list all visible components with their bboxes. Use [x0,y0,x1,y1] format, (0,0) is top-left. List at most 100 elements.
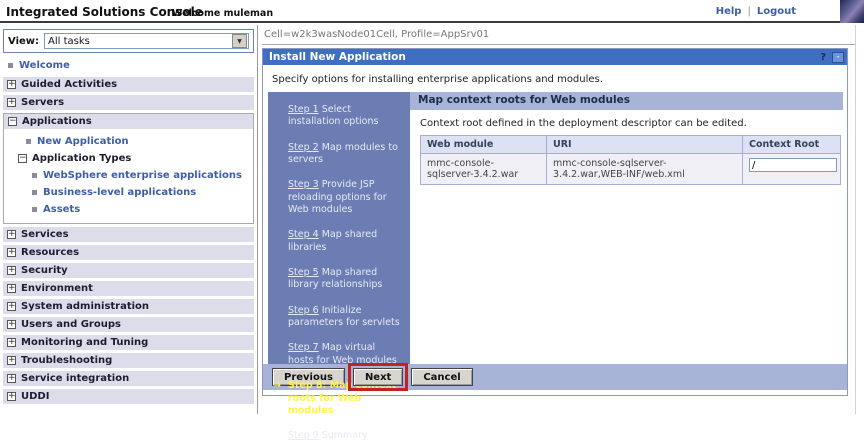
wizard-step-6: Step 6 Initialize parameters for servlet… [288,305,404,330]
expand-icon[interactable]: + [7,374,16,383]
step-1-link[interactable]: Step 1 [288,104,319,115]
context-root-table: Web module URI Context Root mmc-console-… [420,135,841,185]
step-content-heading: Map context roots for Web modules [410,92,843,110]
application-types-children: WebSphere enterprise applications Busine… [18,167,253,218]
install-new-application-panel: Install New Application ? - Specify opti… [262,48,848,396]
navigation-tree: Welcome + Guided Activities + Servers − … [0,57,257,404]
bullet-icon [32,207,37,212]
current-step-arrow-icon: → [273,380,281,392]
wizard-step-7: Step 7 Map virtual hosts for Web modules [288,342,404,367]
bullet-icon [26,139,31,144]
expand-icon[interactable]: + [7,248,16,257]
expand-icon[interactable]: + [7,338,16,347]
sidebar-item-servers[interactable]: + Servers [3,95,254,110]
step-7-link[interactable]: Step 7 [288,342,319,353]
help-icon[interactable]: ? [820,52,826,63]
wizard-step-5: Step 5 Map shared library relationships [288,267,404,292]
step-content-description: Context root defined in the deployment d… [410,110,843,135]
expand-icon[interactable]: + [7,392,16,401]
sidebar-item-websphere-enterprise-applications[interactable]: WebSphere enterprise applications [32,167,253,184]
step-6-link[interactable]: Step 6 [288,305,319,316]
logout-link[interactable]: Logout [757,6,796,17]
sidebar-item-applications[interactable]: − Applications [4,114,253,129]
panel-title-bar: Install New Application ? - [263,49,847,65]
table-row: mmc-console-sqlserver-3.4.2.war mmc-cons… [421,154,841,185]
expand-icon[interactable]: + [7,302,16,311]
sidebar-item-new-application[interactable]: New Application [18,133,253,150]
breadcrumb: Cell=w2k3wasNode01Cell, Profile=AppSrv01 [262,25,855,45]
sidebar-item-application-types[interactable]: − Application Types [18,150,253,167]
panel-intro-text: Specify options for installing enterpris… [263,65,847,92]
table-header-row: Web module URI Context Root [421,136,841,154]
sidebar-item-resources[interactable]: + Resources [3,245,254,260]
panel-title: Install New Application [263,51,820,63]
wizard-step-9: Step 9 Summary [288,430,404,442]
welcome-user-text: Welcome muleman [172,8,273,19]
expand-icon[interactable]: + [7,320,16,329]
banner-links: Help | Logout [716,6,796,17]
wizard-step-1: Step 1 Select installation options [288,104,404,129]
view-label: View: [8,36,39,47]
column-web-module: Web module [421,136,547,154]
context-root-input[interactable] [749,158,837,172]
wizard-steps-panel: Step 1 Select installation options Step … [268,92,410,364]
expand-icon[interactable]: + [7,284,16,293]
expand-icon[interactable]: + [7,230,16,239]
step-9-link[interactable]: Step 9 [288,430,319,441]
sidebar-item-services[interactable]: + Services [3,227,254,242]
bullet-icon [32,190,37,195]
navigation-sidebar: View: All tasks ▼ Welcome + Guided Activ… [0,25,258,414]
next-button-wrapper: Next [353,368,403,386]
chevron-down-icon[interactable]: ▼ [232,34,247,48]
bullet-icon [32,173,37,178]
sidebar-item-service-integration[interactable]: + Service integration [3,371,254,386]
sidebar-item-uddi[interactable]: + UDDI [3,389,254,404]
wizard-step-4: Step 4 Map shared libraries [288,229,404,254]
sidebar-item-troubleshooting[interactable]: + Troubleshooting [3,353,254,368]
expand-icon[interactable]: + [7,98,16,107]
help-link[interactable]: Help [716,6,742,17]
cancel-button[interactable]: Cancel [411,368,472,386]
expand-icon[interactable]: + [7,80,16,89]
banner-corner-image [840,0,864,23]
uri-cell: mmc-console-sqlserver-3.4.2.war,WEB-INF/… [547,154,743,185]
minimize-icon[interactable]: - [832,52,844,63]
column-context-root: Context Root [743,136,841,154]
sidebar-item-guided-activities[interactable]: + Guided Activities [3,77,254,92]
wizard-area: Step 1 Select installation options Step … [268,92,843,364]
collapse-icon[interactable]: − [18,154,27,163]
wizard-step-3: Step 3 Provide JSP reloading options for… [288,179,404,216]
sidebar-item-welcome[interactable]: Welcome [0,57,257,74]
sidebar-item-business-level-applications[interactable]: Business-level applications [32,184,253,201]
main-content: Cell=w2k3wasNode01Cell, Profile=AppSrv01… [259,25,864,414]
sidebar-item-environment[interactable]: + Environment [3,281,254,296]
sidebar-item-assets[interactable]: Assets [32,201,253,218]
column-uri: URI [547,136,743,154]
applications-children: New Application − Application Types WebS… [4,129,253,223]
step-content-area: Map context roots for Web modules Contex… [410,92,843,364]
sidebar-item-users-and-groups[interactable]: + Users and Groups [3,317,254,332]
step-2-link[interactable]: Step 2 [288,142,319,153]
view-selector-box: View: All tasks ▼ [3,29,254,53]
link-separator: | [747,6,750,17]
next-button[interactable]: Next [353,368,403,386]
expand-icon[interactable]: + [7,356,16,365]
bullet-icon [8,63,13,68]
wizard-step-2: Step 2 Map modules to servers [288,142,404,167]
step-3-link[interactable]: Step 3 [288,179,319,190]
step-4-link[interactable]: Step 4 [288,229,319,240]
view-dropdown-value: All tasks [45,36,232,47]
sidebar-item-system-administration[interactable]: + System administration [3,299,254,314]
view-dropdown[interactable]: All tasks ▼ [44,33,249,49]
top-banner: Integrated Solutions Console Welcome mul… [0,0,864,23]
step-5-link[interactable]: Step 5 [288,267,319,278]
welcome-link[interactable]: Welcome [19,60,70,71]
sidebar-item-monitoring-and-tuning[interactable]: + Monitoring and Tuning [3,335,254,350]
page-right-divider [855,25,856,414]
sidebar-item-security[interactable]: + Security [3,263,254,278]
collapse-icon[interactable]: − [8,117,17,126]
expand-icon[interactable]: + [7,266,16,275]
web-module-cell: mmc-console-sqlserver-3.4.2.war [421,154,547,185]
context-root-cell [743,154,841,185]
sidebar-group-applications: − Applications New Application − Applica… [3,113,254,224]
